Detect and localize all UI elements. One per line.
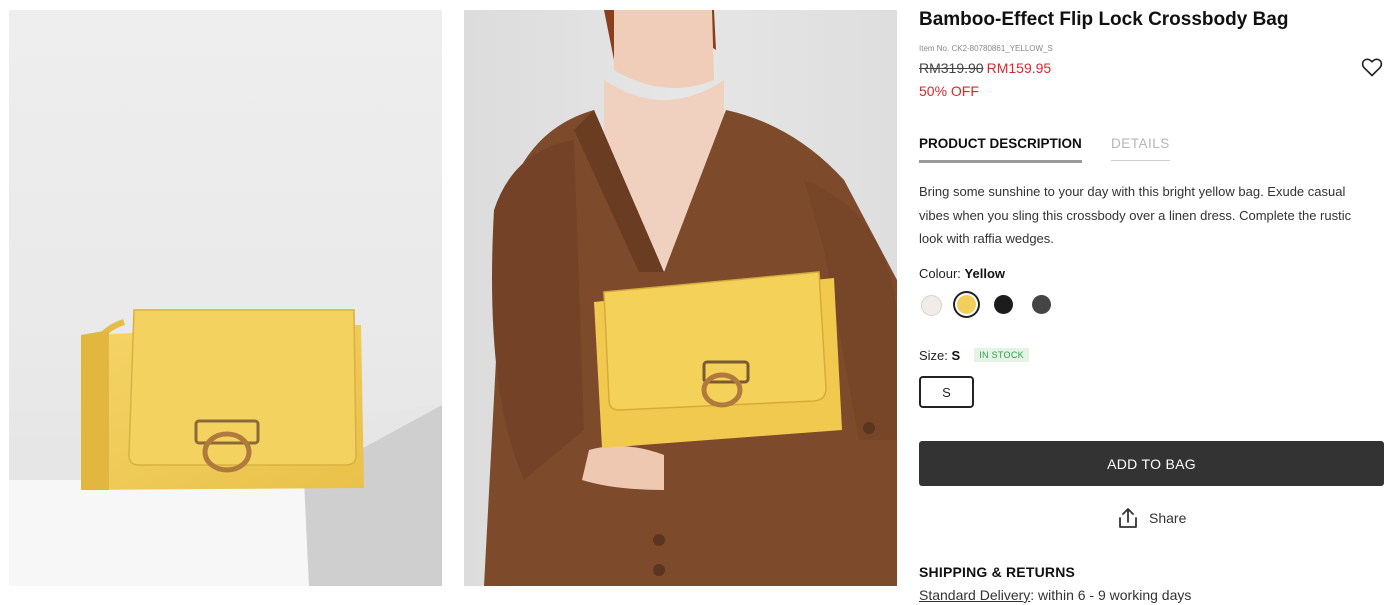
add-to-bag-button[interactable]: ADD TO BAG xyxy=(919,441,1384,486)
tab-details[interactable]: DETAILS xyxy=(1111,136,1170,161)
item-number: Item No. CK2-80780861_YELLOW_S xyxy=(919,44,1053,53)
wishlist-button[interactable] xyxy=(1360,55,1384,79)
selected-colour: Yellow xyxy=(964,266,1006,281)
tab-product-description[interactable]: PRODUCT DESCRIPTION xyxy=(919,136,1082,163)
size-option-s[interactable]: S xyxy=(919,376,974,408)
bag-on-pedestal-image xyxy=(9,309,442,586)
product-description-text: Bring some sunshine to your day with thi… xyxy=(919,184,1352,246)
share-icon xyxy=(1119,508,1137,528)
share-label: Share xyxy=(1149,510,1187,526)
sale-price: RM159.95 xyxy=(986,60,1052,76)
discount-badge: 50% OFF xyxy=(919,83,979,99)
delivery-info: Standard Delivery: within 6 - 9 working … xyxy=(919,587,1191,603)
colour-label-row: Colour: Yellow xyxy=(919,266,1005,281)
product-title: Bamboo-Effect Flip Lock Crossbody Bag xyxy=(919,9,1289,30)
original-price: RM319.90 xyxy=(919,60,984,76)
colour-swatches xyxy=(919,295,1069,319)
shipping-returns-heading: SHIPPING & RETURNS xyxy=(919,564,1076,580)
size-label-row: Size: S IN STOCK xyxy=(919,348,1029,363)
price-block: RM319.90 RM159.95 xyxy=(919,60,1051,76)
swatch-black[interactable] xyxy=(994,295,1013,314)
heart-icon xyxy=(1361,58,1383,77)
selected-size: S xyxy=(951,348,961,363)
standard-delivery-link[interactable]: Standard Delivery xyxy=(919,587,1030,603)
swatch-cream[interactable] xyxy=(921,295,942,316)
colour-label: Colour: xyxy=(919,266,961,281)
share-button[interactable]: Share xyxy=(1117,505,1186,531)
product-image-1[interactable] xyxy=(9,10,442,586)
product-info-panel: Bamboo-Effect Flip Lock Crossbody Bag It… xyxy=(919,0,1384,605)
size-label: Size: xyxy=(919,348,948,363)
swatch-dark-grey[interactable] xyxy=(1032,295,1051,314)
swatch-yellow[interactable] xyxy=(957,295,976,314)
model-with-bag-image xyxy=(484,10,897,586)
delivery-time: : within 6 - 9 working days xyxy=(1030,587,1192,603)
product-image-2[interactable] xyxy=(464,10,897,586)
stock-badge: IN STOCK xyxy=(974,348,1029,362)
